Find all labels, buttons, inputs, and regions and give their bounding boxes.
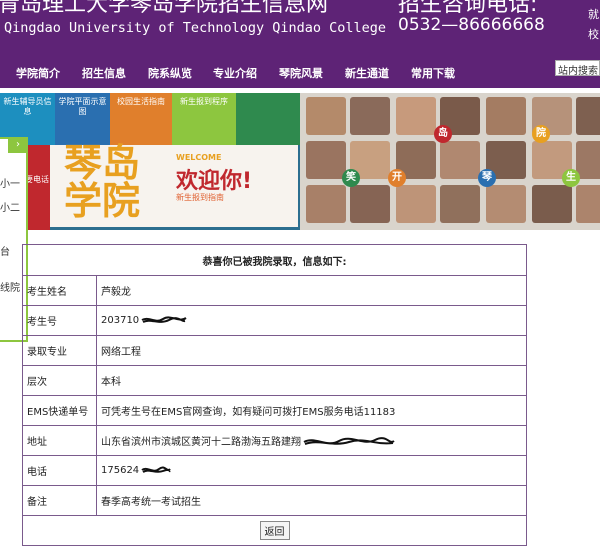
banner-badge: 开 [388,169,406,187]
student-photo [396,97,436,135]
row-value-cell: 203710 [96,305,527,336]
banner-badge: 笑 [342,169,360,187]
student-photo [306,141,346,179]
banner-badge: 岛 [434,125,452,143]
side-item[interactable]: 线院 [0,279,20,294]
main-nav: 学院简介 招生信息 院系纵览 专业介绍 琴院风景 新生通道 常用下载 [0,56,600,88]
row-label: 备注 [22,485,97,516]
banner-tile-decor [236,93,300,145]
banner-tile-campus-map[interactable]: 学院平面示意图 [55,93,110,145]
nav-item-majors[interactable]: 专业介绍 [213,65,257,81]
nav-item-scenery[interactable]: 琴院风景 [279,65,323,81]
student-photo [576,97,600,135]
row-value: 网络工程 [96,335,527,366]
row-label: 地址 [22,425,97,456]
student-photo [440,185,480,223]
student-photo [486,185,526,223]
banner-badge: 生 [562,169,580,187]
row-value: 山东省滨州市滨城区黄河十二路渤海五路建翔 [101,437,301,448]
nav-item-about[interactable]: 学院简介 [16,65,60,81]
site-header: 青岛理工大学琴岛学院招生信息网 Qingdao University of Te… [0,0,600,56]
row-label: EMS快递单号 [22,395,97,426]
row-label: 录取专业 [22,335,97,366]
banner-tile-campus-guide[interactable]: 校园生活指南 [110,93,172,145]
chevron-right-icon[interactable]: › [8,137,28,153]
nav-item-downloads[interactable]: 常用下载 [411,65,455,81]
welcome-en: WELCOME [176,153,222,162]
row-value: 芦毅龙 [96,275,527,306]
nav-item-new-students[interactable]: 新生通道 [345,65,389,81]
table-row: 录取专业 网络工程 [22,335,527,366]
table-row: 层次 本科 [22,365,527,396]
student-photo-grid: 笑 开 琴 生 岛 院 [300,93,600,230]
row-value-cell: 山东省滨州市滨城区黄河十二路渤海五路建翔 [96,425,527,456]
table-row: 考生号 203710 [22,305,527,336]
student-photo [576,141,600,179]
student-photo [396,185,436,223]
table-row: 电话 175624 [22,455,527,486]
header-link-top[interactable]: 就 [588,6,599,22]
new-student-guide: 新生报到指南 [176,193,224,202]
student-photo [350,185,390,223]
table-row: 备注 春季高考统一考试招生 [22,485,527,516]
table-heading: 恭喜你已被我院录取，信息如下: [22,244,527,276]
site-subtitle: Qingdao University of Technology Qindao … [4,20,387,36]
banner-badge: 琴 [478,169,496,187]
banner-badge: 院 [532,125,550,143]
row-value-cell: 175624 [96,455,527,486]
banner: 新生辅导员信息 学院平面示意图 校园生活指南 新生报到程序 学生主要电话 琴岛 … [0,93,600,230]
site-title: 青岛理工大学琴岛学院招生信息网 [0,0,329,17]
school-name-line2: 学院 [64,179,141,223]
row-value: 175624 [101,465,140,476]
banner-tile-registration[interactable]: 新生报到程序 [172,93,236,145]
student-photo [576,185,600,223]
row-label: 层次 [22,365,97,396]
header-link-bottom[interactable]: 校 [588,26,599,42]
row-value: 可凭考生号在EMS官网查询，如有疑问可拨打EMS服务电话11183 [96,395,527,426]
table-row: EMS快递单号 可凭考生号在EMS官网查询，如有疑问可拨打EMS服务电话1118… [22,395,527,426]
back-button[interactable]: 返回 [259,521,290,540]
redaction-scribble-icon [141,316,187,323]
redaction-scribble-icon [303,437,395,445]
back-cell: 返回 [22,515,527,546]
table-row: 地址 山东省滨州市滨城区黄河十二路渤海五路建翔 [22,425,527,456]
row-value: 本科 [96,365,527,396]
student-photo [306,185,346,223]
admission-info-table: 恭喜你已被我院录取，信息如下: 考生姓名 芦毅龙 考生号 203710 录取专业… [22,244,527,546]
student-photo [440,141,480,179]
school-name-line1: 琴岛 [64,141,141,185]
row-label: 考生姓名 [22,275,97,306]
redaction-scribble-icon [141,466,171,473]
student-photo [350,97,390,135]
student-photo [306,97,346,135]
student-photo [486,97,526,135]
nav-item-admission-info[interactable]: 招生信息 [82,65,126,81]
table-row: 返回 [22,515,527,546]
row-label: 考生号 [22,305,97,336]
nav-item-departments[interactable]: 院系纵览 [148,65,192,81]
table-row: 恭喜你已被我院录取，信息如下: [22,244,527,276]
student-photo [532,185,572,223]
row-value: 203710 [101,315,140,326]
welcome-cn: 欢迎你! [176,169,253,194]
side-item[interactable]: 小一 [0,175,20,190]
side-item[interactable]: 台 [0,243,10,258]
search-button[interactable]: 站内搜索 [555,60,600,76]
row-value: 春季高考统一考试招生 [96,485,527,516]
phone-number: 0532—86666668 [398,15,545,35]
row-label: 电话 [22,455,97,486]
table-row: 考生姓名 芦毅龙 [22,275,527,306]
side-item[interactable]: 小二 [0,199,20,214]
